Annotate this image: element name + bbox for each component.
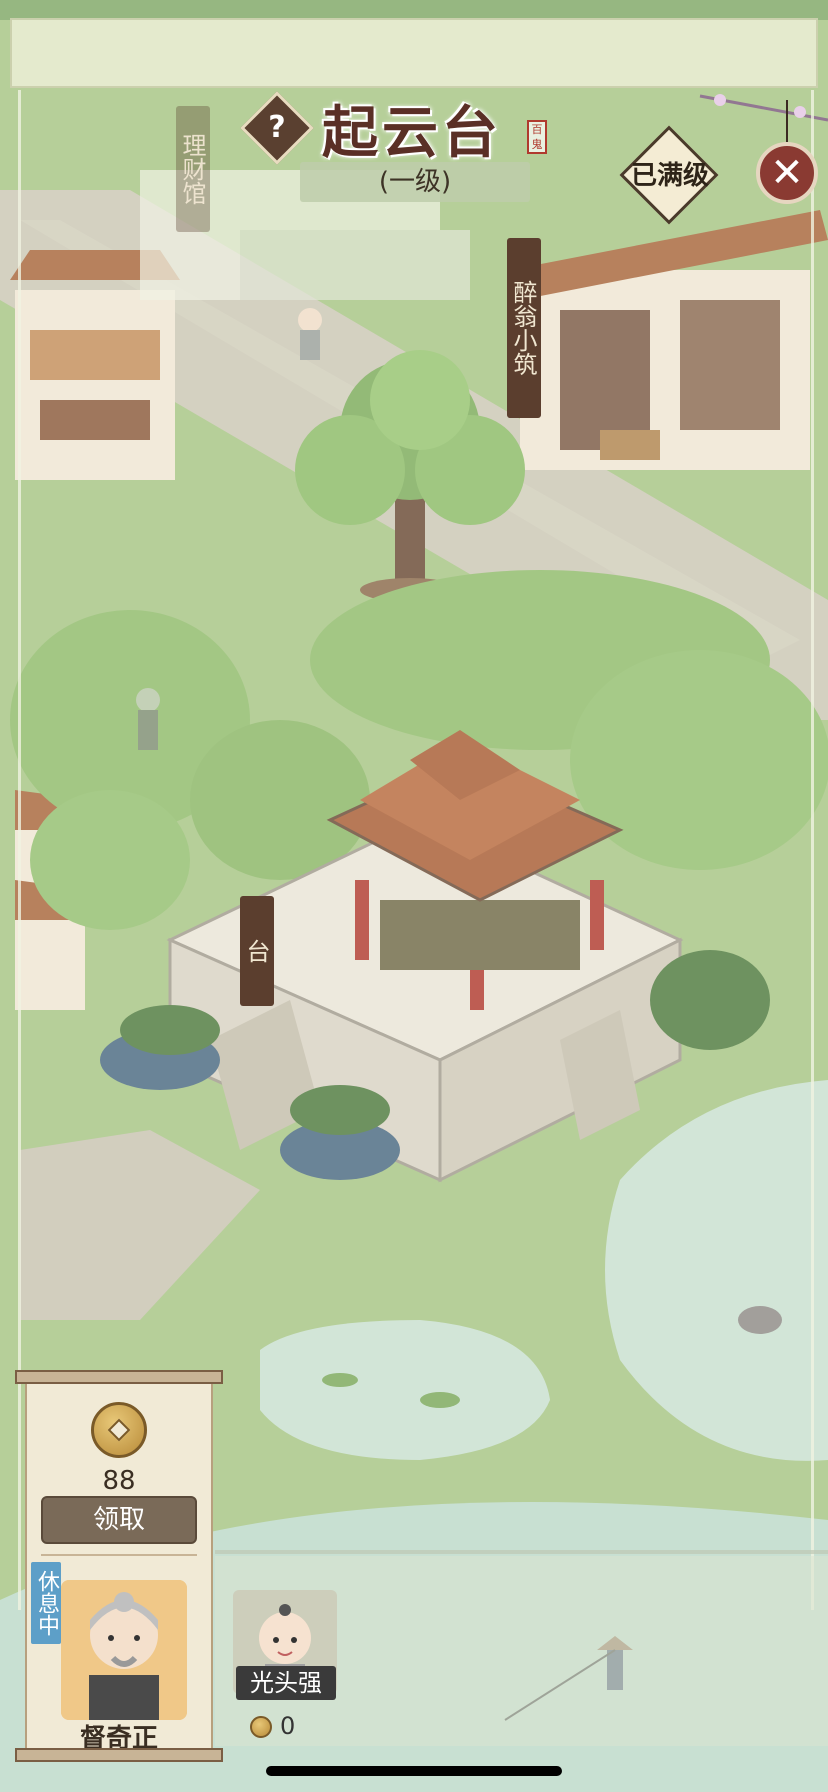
scroll-rod-bottom xyxy=(15,1748,223,1762)
worker-coin-value: 0 xyxy=(280,1712,296,1740)
reward-amount: 88 xyxy=(102,1466,136,1496)
panel-divider xyxy=(41,1554,197,1556)
status-resting-tag: 休息中 xyxy=(31,1562,61,1644)
building-title: 起云台 xyxy=(322,100,502,166)
reward-scroll-panel: 88 领取 休息中 督奇正 xyxy=(15,1370,223,1762)
manager-portrait[interactable] xyxy=(61,1580,187,1720)
scroll-rod-top xyxy=(15,1370,223,1384)
top-banner xyxy=(10,18,818,88)
max-level-label: 已满级 xyxy=(630,161,709,191)
coin-icon xyxy=(250,1716,272,1738)
building-level: (一级) xyxy=(378,167,452,197)
elder-avatar-icon xyxy=(61,1580,187,1720)
sign-licaiguan[interactable]: 理财馆 xyxy=(176,106,210,232)
question-icon: ? xyxy=(268,110,286,145)
level-plate: (一级) xyxy=(300,162,530,202)
copper-coin-icon xyxy=(91,1402,147,1458)
worker-name: 光头强 xyxy=(236,1666,336,1700)
home-indicator[interactable] xyxy=(266,1766,562,1776)
close-icon: ✕ xyxy=(770,150,804,196)
bottom-bar-divider xyxy=(215,1550,828,1554)
title-seal-stamp: 百鬼 xyxy=(527,120,547,154)
sign-tai[interactable]: 台 xyxy=(240,896,274,1006)
collect-button[interactable]: 领取 xyxy=(41,1496,197,1544)
sign-zuiweng-xiaozhu[interactable]: 醉翁小筑 xyxy=(507,238,541,418)
lantern-string xyxy=(786,100,788,142)
close-button[interactable]: ✕ xyxy=(756,142,818,204)
